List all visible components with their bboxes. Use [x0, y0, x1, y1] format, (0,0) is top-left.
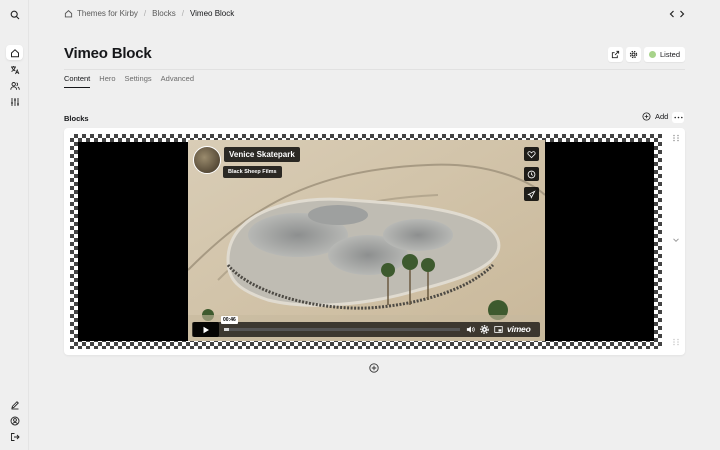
- progress-played: [224, 328, 229, 331]
- volume-icon[interactable]: [466, 325, 475, 334]
- logout-icon[interactable]: [6, 429, 23, 444]
- like-button[interactable]: [524, 147, 539, 161]
- more-dots-icon: [673, 116, 683, 119]
- prev-page-icon[interactable]: [667, 9, 677, 19]
- breadcrumb: Themes for Kirby / Blocks / Vimeo Block: [64, 9, 234, 18]
- time-label: 00:46: [221, 316, 238, 324]
- tab-hero[interactable]: Hero: [99, 74, 115, 88]
- home-icon: [64, 10, 73, 18]
- next-page-icon[interactable]: [677, 9, 687, 19]
- blocks-section-label: Blocks: [64, 114, 89, 123]
- topbar: Themes for Kirby / Blocks / Vimeo Block: [29, 0, 720, 28]
- send-icon: [527, 189, 536, 199]
- page-settings-button[interactable]: [626, 47, 641, 62]
- chevron-down-icon[interactable]: [672, 236, 680, 244]
- home-icon[interactable]: [6, 45, 23, 60]
- status-button[interactable]: Listed: [644, 47, 685, 62]
- settings-sliders-icon[interactable]: [6, 94, 23, 109]
- settings-icon[interactable]: [480, 325, 489, 334]
- add-block-below-icon[interactable]: [369, 363, 379, 373]
- sidebar: [0, 0, 29, 450]
- open-page-button[interactable]: [608, 47, 623, 62]
- add-circle-icon: [642, 112, 651, 121]
- gear-icon: [629, 50, 638, 59]
- breadcrumb-separator: /: [143, 9, 147, 18]
- external-link-icon: [611, 50, 620, 59]
- page-title: Vimeo Block: [64, 45, 152, 62]
- breadcrumb-item-blocks[interactable]: Blocks: [152, 9, 176, 18]
- edit-icon[interactable]: [6, 397, 23, 412]
- breadcrumb-separator: /: [181, 9, 184, 18]
- drag-handle-icon[interactable]: [672, 338, 680, 346]
- header-divider: [64, 69, 685, 70]
- account-icon[interactable]: [6, 413, 23, 428]
- users-icon[interactable]: [6, 78, 23, 93]
- watch-later-button[interactable]: [524, 167, 539, 181]
- blocks-options-button[interactable]: [672, 112, 684, 123]
- status-dot-icon: [649, 51, 656, 58]
- video-title[interactable]: Venice Skatepark: [224, 147, 300, 162]
- pip-icon[interactable]: [494, 325, 503, 334]
- video-author[interactable]: Black Sheep Films: [223, 166, 282, 178]
- author-avatar[interactable]: [193, 146, 221, 174]
- tab-content[interactable]: Content: [64, 74, 91, 88]
- languages-icon[interactable]: [6, 62, 23, 77]
- search-icon[interactable]: [6, 7, 23, 22]
- play-icon: [203, 326, 209, 333]
- tab-settings[interactable]: Settings: [125, 74, 152, 88]
- tabs: Content Hero Settings Advanced: [64, 74, 194, 88]
- heart-icon: [527, 150, 536, 158]
- vimeo-block[interactable]: [64, 128, 685, 355]
- play-button[interactable]: [193, 322, 219, 337]
- progress-bar[interactable]: [224, 328, 460, 331]
- add-block-label: Add: [655, 112, 669, 121]
- add-block-button[interactable]: Add: [642, 112, 668, 121]
- breadcrumb-item-site[interactable]: Themes for Kirby: [64, 9, 138, 18]
- clock-icon: [527, 170, 536, 178]
- drag-handle-icon[interactable]: [672, 134, 680, 142]
- breadcrumb-item-current[interactable]: Vimeo Block: [190, 9, 234, 18]
- status-label: Listed: [660, 50, 681, 59]
- share-button[interactable]: [524, 187, 539, 201]
- tab-advanced[interactable]: Advanced: [161, 74, 194, 88]
- video-embed[interactable]: [70, 134, 662, 349]
- vimeo-logo[interactable]: vimeo: [507, 324, 531, 334]
